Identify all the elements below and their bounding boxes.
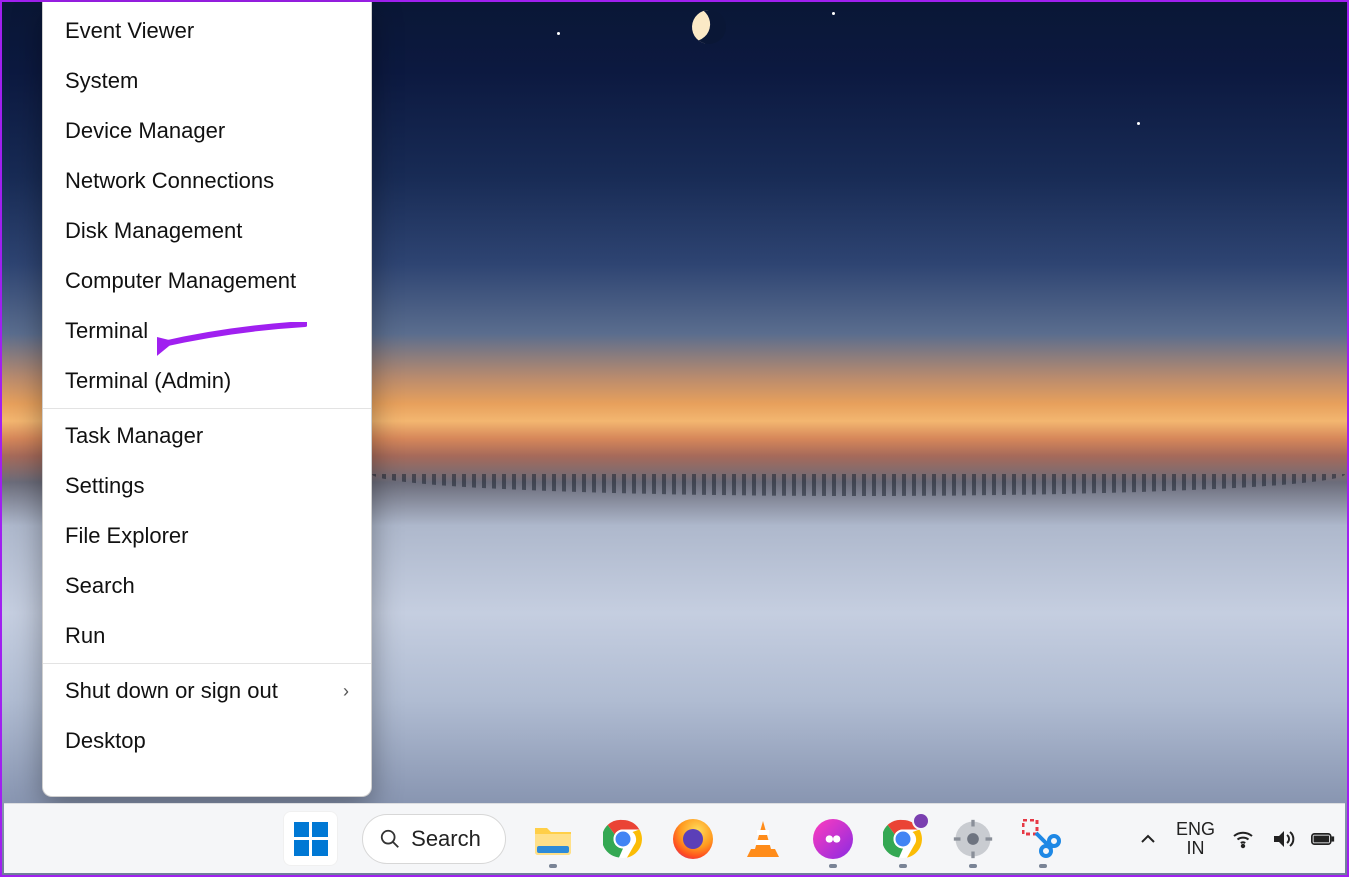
menu-label: Device Manager — [65, 118, 225, 144]
menu-separator — [43, 408, 371, 409]
star-graphic — [557, 32, 560, 35]
profile-badge-icon — [912, 812, 930, 830]
menu-label: File Explorer — [65, 523, 188, 549]
taskbar-app-discord[interactable] — [810, 816, 856, 862]
star-graphic — [832, 12, 835, 15]
menu-label: Search — [65, 573, 135, 599]
tray-chevron-up-icon[interactable] — [1136, 827, 1160, 851]
settings-icon — [953, 819, 993, 859]
language-indicator[interactable]: ENG IN — [1176, 820, 1215, 858]
menu-label: Terminal — [65, 318, 148, 344]
running-indicator — [969, 864, 977, 868]
running-indicator — [829, 864, 837, 868]
volume-icon[interactable] — [1271, 827, 1295, 851]
menu-label: Run — [65, 623, 105, 649]
moon-graphic — [687, 5, 731, 49]
wifi-icon[interactable] — [1231, 827, 1255, 851]
winx-item-shut-down[interactable]: Shut down or sign out › — [43, 666, 371, 716]
firefox-icon — [673, 819, 713, 859]
menu-label: Terminal (Admin) — [65, 368, 231, 394]
running-indicator — [549, 864, 557, 868]
chrome-icon — [603, 819, 643, 859]
snipping-tool-icon — [1022, 819, 1064, 859]
running-indicator — [899, 864, 907, 868]
winx-item-system[interactable]: System — [43, 56, 371, 106]
winx-item-event-viewer[interactable]: Event Viewer — [43, 6, 371, 56]
winx-item-task-manager[interactable]: Task Manager — [43, 411, 371, 461]
winx-item-desktop[interactable]: Desktop — [43, 716, 371, 766]
language-line1: ENG — [1176, 820, 1215, 839]
winx-item-device-manager[interactable]: Device Manager — [43, 106, 371, 156]
menu-label: Shut down or sign out — [65, 678, 278, 704]
windows-logo-icon — [294, 822, 328, 856]
taskbar-search[interactable]: Search — [362, 814, 506, 864]
winx-context-menu: Event Viewer System Device Manager Netwo… — [42, 2, 372, 797]
battery-icon[interactable] — [1311, 827, 1335, 851]
language-line2: IN — [1176, 839, 1215, 858]
menu-label: Task Manager — [65, 423, 203, 449]
taskbar-app-firefox[interactable] — [670, 816, 716, 862]
menu-label: Network Connections — [65, 168, 274, 194]
running-indicator — [1039, 864, 1047, 868]
winx-item-settings[interactable]: Settings — [43, 461, 371, 511]
vlc-icon — [745, 819, 781, 859]
winx-item-terminal-admin[interactable]: Terminal (Admin) — [43, 356, 371, 406]
menu-label: Desktop — [65, 728, 146, 754]
search-label: Search — [411, 826, 481, 852]
taskbar-app-file-explorer[interactable] — [530, 816, 576, 862]
winx-item-run[interactable]: Run — [43, 611, 371, 661]
taskbar-app-chrome-profile[interactable] — [880, 816, 926, 862]
menu-label: Disk Management — [65, 218, 242, 244]
taskbar-app-settings[interactable] — [950, 816, 996, 862]
menu-label: Settings — [65, 473, 145, 499]
treeline-graphic — [372, 474, 1345, 496]
menu-label: Computer Management — [65, 268, 296, 294]
winx-item-file-explorer[interactable]: File Explorer — [43, 511, 371, 561]
file-explorer-icon — [533, 822, 573, 856]
winx-item-computer-management[interactable]: Computer Management — [43, 256, 371, 306]
menu-separator — [43, 663, 371, 664]
menu-label: Event Viewer — [65, 18, 194, 44]
chevron-right-icon: › — [343, 681, 349, 702]
taskbar-app-vlc[interactable] — [740, 816, 786, 862]
winx-item-disk-management[interactable]: Disk Management — [43, 206, 371, 256]
taskbar: Search — [4, 803, 1345, 873]
taskbar-app-chrome[interactable] — [600, 816, 646, 862]
winx-item-terminal[interactable]: Terminal — [43, 306, 371, 356]
star-graphic — [1137, 122, 1140, 125]
search-icon — [379, 828, 401, 850]
winx-item-search[interactable]: Search — [43, 561, 371, 611]
winx-item-network-connections[interactable]: Network Connections — [43, 156, 371, 206]
start-button[interactable] — [283, 811, 338, 866]
taskbar-app-snipping-tool[interactable] — [1020, 816, 1066, 862]
menu-label: System — [65, 68, 138, 94]
discord-icon — [813, 819, 853, 859]
